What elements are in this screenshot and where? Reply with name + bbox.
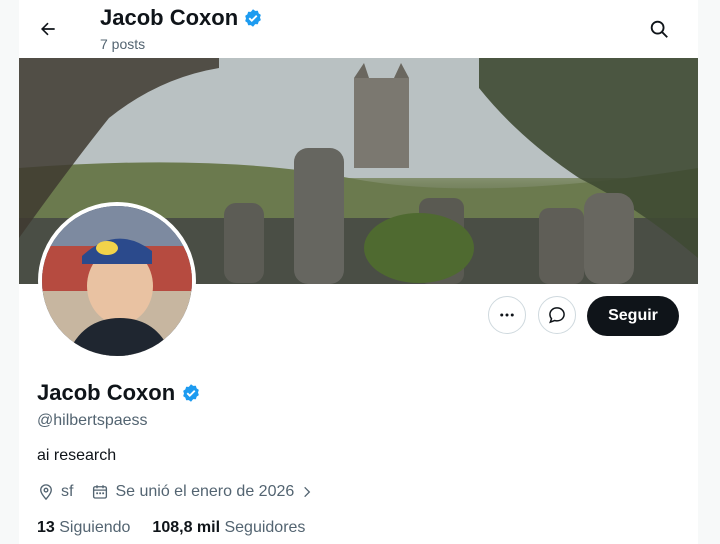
follow-button[interactable]: Seguir [587, 296, 679, 336]
top-bar: Jacob Coxon 7 posts [19, 0, 698, 58]
location-text: sf [61, 483, 74, 500]
message-icon [549, 307, 565, 324]
join-date[interactable]: Se unió el enero de 2026 [91, 483, 314, 501]
header-title: Jacob Coxon [100, 5, 263, 31]
following-link[interactable]: 13 Siguiendo [37, 519, 130, 537]
following-count: 13 [37, 519, 55, 536]
more-button[interactable] [488, 296, 526, 334]
followers-link[interactable]: 108,8 mil Seguidores [152, 519, 305, 537]
profile-page: Jacob Coxon 7 posts Seguir Jacob Coxon @… [19, 0, 698, 544]
more-icon [500, 313, 514, 317]
avatar-image [42, 206, 192, 356]
post-count: 7 posts [100, 36, 146, 52]
profile-bio: ai research [37, 447, 117, 464]
verified-badge-icon [183, 384, 199, 402]
location: sf [37, 483, 73, 501]
profile-stats: 13 Siguiendo 108,8 mil Seguidores [37, 519, 305, 537]
location-icon [40, 484, 52, 501]
calendar-icon [93, 485, 108, 499]
following-label: Siguiendo [59, 519, 131, 536]
search-icon [650, 20, 668, 38]
message-button[interactable] [538, 296, 576, 334]
back-arrow-icon [41, 22, 55, 36]
search-button[interactable] [644, 14, 674, 44]
verified-badge-icon [245, 9, 261, 27]
chevron-right-icon [304, 486, 311, 498]
profile-meta: sf Se unió el enero de 2026 [37, 483, 332, 501]
profile-name-row: Jacob Coxon [37, 380, 201, 406]
profile-name: Jacob Coxon [37, 380, 176, 405]
followers-count: 108,8 mil [152, 519, 221, 536]
follow-label: Seguir [608, 307, 658, 324]
join-date-text: Se unió el enero de 2026 [115, 483, 295, 500]
profile-handle: @hilbertspaess [37, 412, 148, 429]
avatar[interactable] [38, 202, 196, 360]
back-button[interactable] [33, 14, 63, 44]
followers-label: Seguidores [224, 519, 306, 536]
header-name: Jacob Coxon [100, 5, 239, 30]
